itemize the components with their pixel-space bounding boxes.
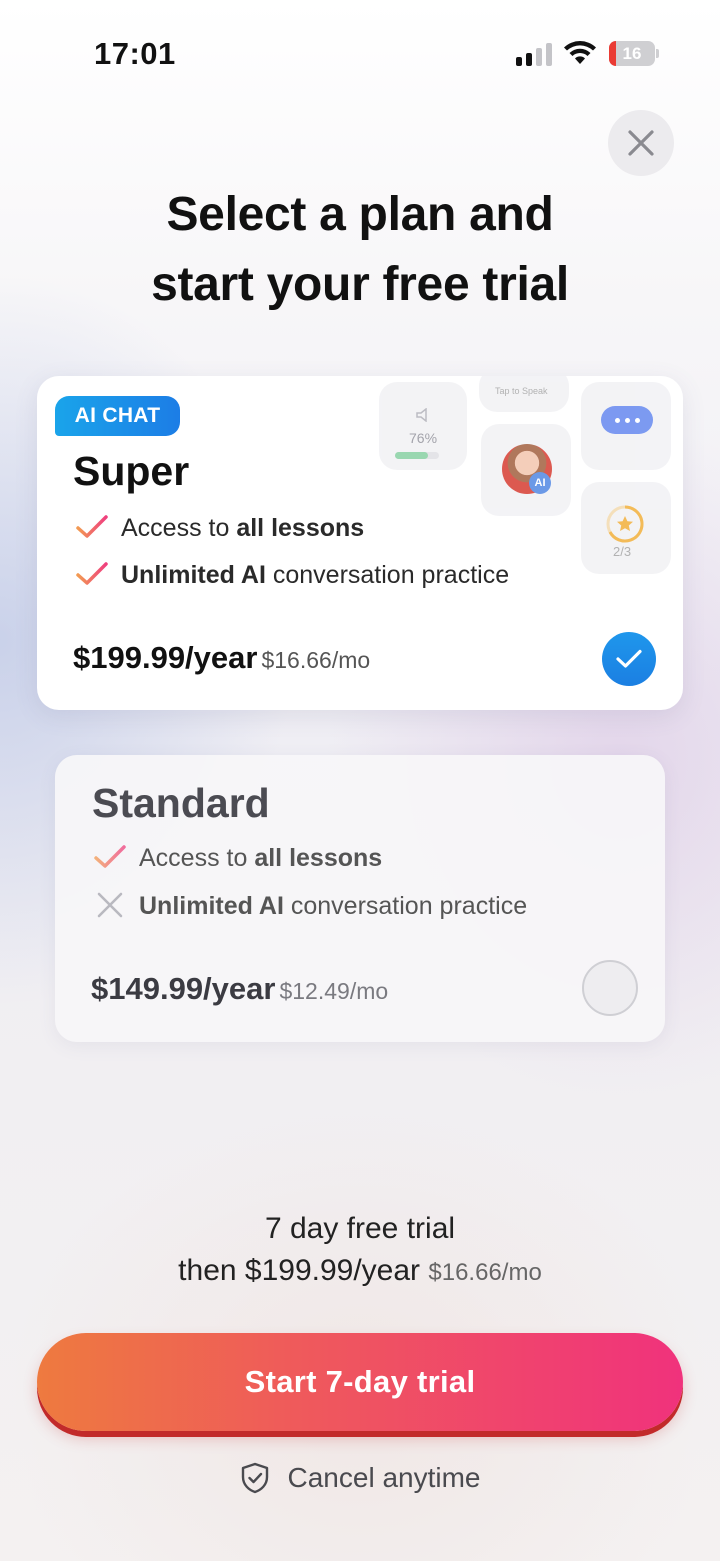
plan-price: $149.99/year $12.49/mo bbox=[91, 971, 389, 1006]
plan-name: Standard bbox=[92, 780, 270, 826]
star-icon bbox=[606, 505, 644, 543]
feature-row: Access to all lessons bbox=[93, 844, 382, 873]
cancel-anytime: Cancel anytime bbox=[0, 1462, 720, 1494]
check-icon bbox=[76, 515, 108, 538]
plan-monthly-price: $12.49/mo bbox=[279, 978, 389, 1004]
check-icon bbox=[616, 649, 642, 668]
speak-label: Tap to Speak bbox=[495, 386, 548, 396]
trial-monthly-price: $16.66/mo bbox=[428, 1259, 542, 1286]
battery-icon: 16 bbox=[609, 41, 659, 66]
trial-info: 7 day free trial then $199.99/year $16.6… bbox=[0, 1208, 720, 1294]
ai-chat-badge: AI CHAT bbox=[55, 396, 180, 436]
step-label: 2/3 bbox=[613, 544, 632, 559]
title-line-2: start your free trial bbox=[151, 258, 569, 311]
signal-icon bbox=[516, 42, 552, 66]
preview-progress-tile: 76% bbox=[379, 382, 467, 470]
feature-row: Unlimited AI conversation practice bbox=[93, 892, 527, 921]
feature-row: Unlimited AI conversation practice bbox=[75, 561, 509, 590]
progress-label: 76% bbox=[409, 430, 438, 446]
chat-bubble-icon bbox=[601, 406, 653, 434]
trial-price: then $199.99/year $16.66/mo bbox=[178, 1254, 542, 1287]
trial-duration: 7 day free trial bbox=[264, 1212, 456, 1245]
shield-check-icon bbox=[241, 1462, 268, 1494]
plan-monthly-price: $16.66/mo bbox=[261, 647, 371, 673]
close-icon bbox=[628, 130, 654, 156]
wifi-icon bbox=[564, 41, 596, 64]
progress-bar bbox=[395, 452, 439, 459]
plan-card-standard[interactable]: Standard Access to all lessons Unlimited… bbox=[55, 755, 665, 1042]
status-bar: 17:01 16 bbox=[0, 0, 720, 100]
start-trial-button[interactable]: Start 7-day trial bbox=[37, 1333, 683, 1431]
preview-chat-tile bbox=[581, 382, 671, 470]
plan-selected-radio[interactable] bbox=[602, 632, 656, 686]
cancel-anytime-label: Cancel anytime bbox=[287, 1462, 481, 1493]
preview-score-tile: 2/3 bbox=[581, 482, 671, 574]
status-time: 17:01 bbox=[94, 36, 176, 71]
plan-card-super[interactable]: 76% Tap to Speak AI 2/3 AI CHAT Super Ac… bbox=[37, 376, 683, 710]
check-icon bbox=[76, 562, 108, 585]
speaker-icon bbox=[416, 408, 427, 422]
cross-icon bbox=[97, 892, 123, 918]
check-icon bbox=[94, 845, 126, 868]
title-line-1: Select a plan and bbox=[166, 188, 554, 241]
preview-speak-tile: Tap to Speak bbox=[479, 376, 569, 412]
battery-level: 16 bbox=[622, 44, 642, 63]
plan-price: $199.99/year $16.66/mo bbox=[73, 640, 371, 675]
plan-name: Super bbox=[73, 448, 190, 494]
plan-unselected-radio[interactable] bbox=[582, 960, 638, 1016]
feature-row: Access to all lessons bbox=[75, 514, 364, 543]
preview-avatar-tile: AI bbox=[481, 424, 571, 516]
close-button[interactable] bbox=[608, 110, 674, 176]
page-title: Select a plan and start your free trial bbox=[0, 180, 720, 320]
avatar-ai-badge: AI bbox=[529, 472, 551, 494]
